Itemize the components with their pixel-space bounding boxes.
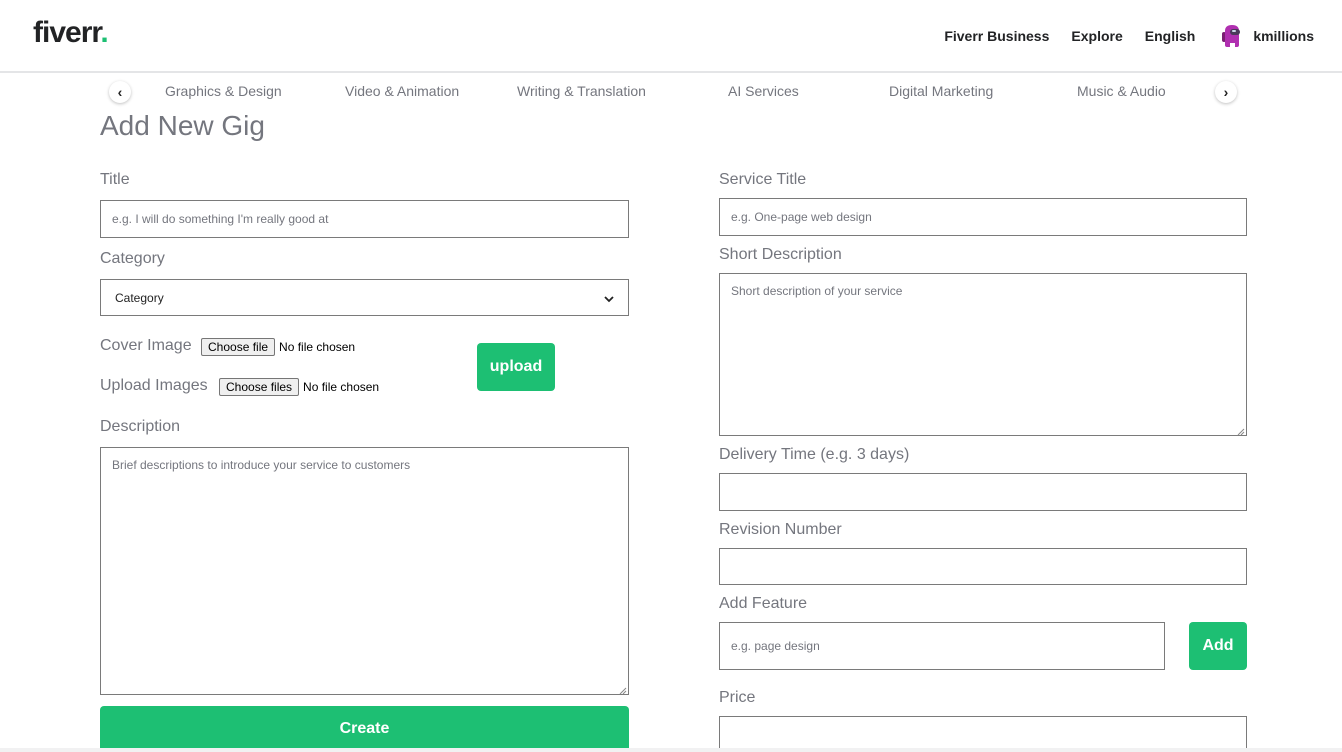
category-video-animation[interactable]: Video & Animation xyxy=(345,83,459,99)
title-input[interactable]: e.g. I will do something I'm really good… xyxy=(100,200,629,238)
upload-images-label: Upload Images xyxy=(100,377,208,394)
create-button[interactable]: Create xyxy=(100,706,629,752)
cover-choose-file-button[interactable]: Choose file xyxy=(201,338,276,356)
nav-fiverr-business[interactable]: Fiverr Business xyxy=(944,22,1049,50)
description-placeholder: Brief descriptions to introduce your ser… xyxy=(112,458,411,472)
revision-number-label: Revision Number xyxy=(719,521,842,538)
crewmate-avatar-icon xyxy=(1221,23,1243,49)
cover-image-label: Cover Image xyxy=(100,337,192,354)
category-digital-marketing[interactable]: Digital Marketing xyxy=(889,83,993,99)
add-feature-button[interactable]: Add xyxy=(1189,622,1247,670)
add-feature-label: Add Feature xyxy=(719,595,808,612)
upload-button[interactable]: upload xyxy=(477,343,555,391)
chevron-down-icon xyxy=(604,293,614,303)
description-label: Description xyxy=(100,418,181,435)
delivery-time-input[interactable] xyxy=(719,473,1247,511)
top-header: fiverr. Fiverr Business Explore English … xyxy=(0,0,1342,73)
page-title: Add New Gig xyxy=(100,110,265,141)
logo-text: fiverr xyxy=(33,16,101,49)
page-bottom-edge xyxy=(0,748,1342,752)
add-feature-input[interactable]: e.g. page design xyxy=(719,622,1165,670)
logo-dot: . xyxy=(100,16,108,49)
cover-file-status: No file chosen xyxy=(279,340,356,354)
nav-explore[interactable]: Explore xyxy=(1071,22,1122,50)
category-graphics-design[interactable]: Graphics & Design xyxy=(165,83,282,99)
delivery-time-label: Delivery Time (e.g. 3 days) xyxy=(719,446,910,463)
category-label: Category xyxy=(100,250,165,267)
price-input[interactable] xyxy=(719,716,1247,752)
chevron-left-icon[interactable]: ‹ xyxy=(109,81,131,103)
resize-grip-icon[interactable] xyxy=(618,684,627,695)
cover-image-file-input: Choose file No file chosen xyxy=(201,338,355,356)
short-description-placeholder: Short description of your service xyxy=(731,284,903,298)
header-nav: Fiverr Business Explore English kmillion… xyxy=(922,22,1314,50)
category-nav: ‹ Graphics & Design Video & Animation Wr… xyxy=(0,75,1342,109)
category-ai-services[interactable]: AI Services xyxy=(728,83,799,99)
title-placeholder: e.g. I will do something I'm really good… xyxy=(112,212,329,226)
user-menu[interactable]: kmillions xyxy=(1221,23,1314,49)
category-writing-translation[interactable]: Writing & Translation xyxy=(517,83,646,99)
user-name: kmillions xyxy=(1253,28,1314,44)
add-feature-placeholder: e.g. page design xyxy=(731,639,820,653)
price-label: Price xyxy=(719,689,756,706)
images-file-status: No file chosen xyxy=(303,380,380,394)
chevron-right-icon[interactable]: › xyxy=(1215,81,1237,103)
short-description-label: Short Description xyxy=(719,246,842,263)
resize-grip-icon[interactable] xyxy=(1236,425,1245,436)
service-title-label: Service Title xyxy=(719,171,807,188)
category-music-audio[interactable]: Music & Audio xyxy=(1077,83,1166,99)
short-description-textarea[interactable]: Short description of your service xyxy=(719,273,1247,436)
description-textarea[interactable]: Brief descriptions to introduce your ser… xyxy=(100,447,629,695)
category-select[interactable]: Category xyxy=(100,279,629,316)
nav-language[interactable]: English xyxy=(1145,22,1196,50)
category-selected-value: Category xyxy=(115,290,164,305)
service-title-placeholder: e.g. One-page web design xyxy=(731,210,872,224)
revision-number-input[interactable] xyxy=(719,548,1247,585)
service-title-input[interactable]: e.g. One-page web design xyxy=(719,198,1247,236)
upload-images-file-input: Choose files No file chosen xyxy=(219,378,379,396)
images-choose-files-button[interactable]: Choose files xyxy=(219,378,300,396)
fiverr-logo[interactable]: fiverr. xyxy=(33,16,109,50)
title-label: Title xyxy=(100,171,130,188)
